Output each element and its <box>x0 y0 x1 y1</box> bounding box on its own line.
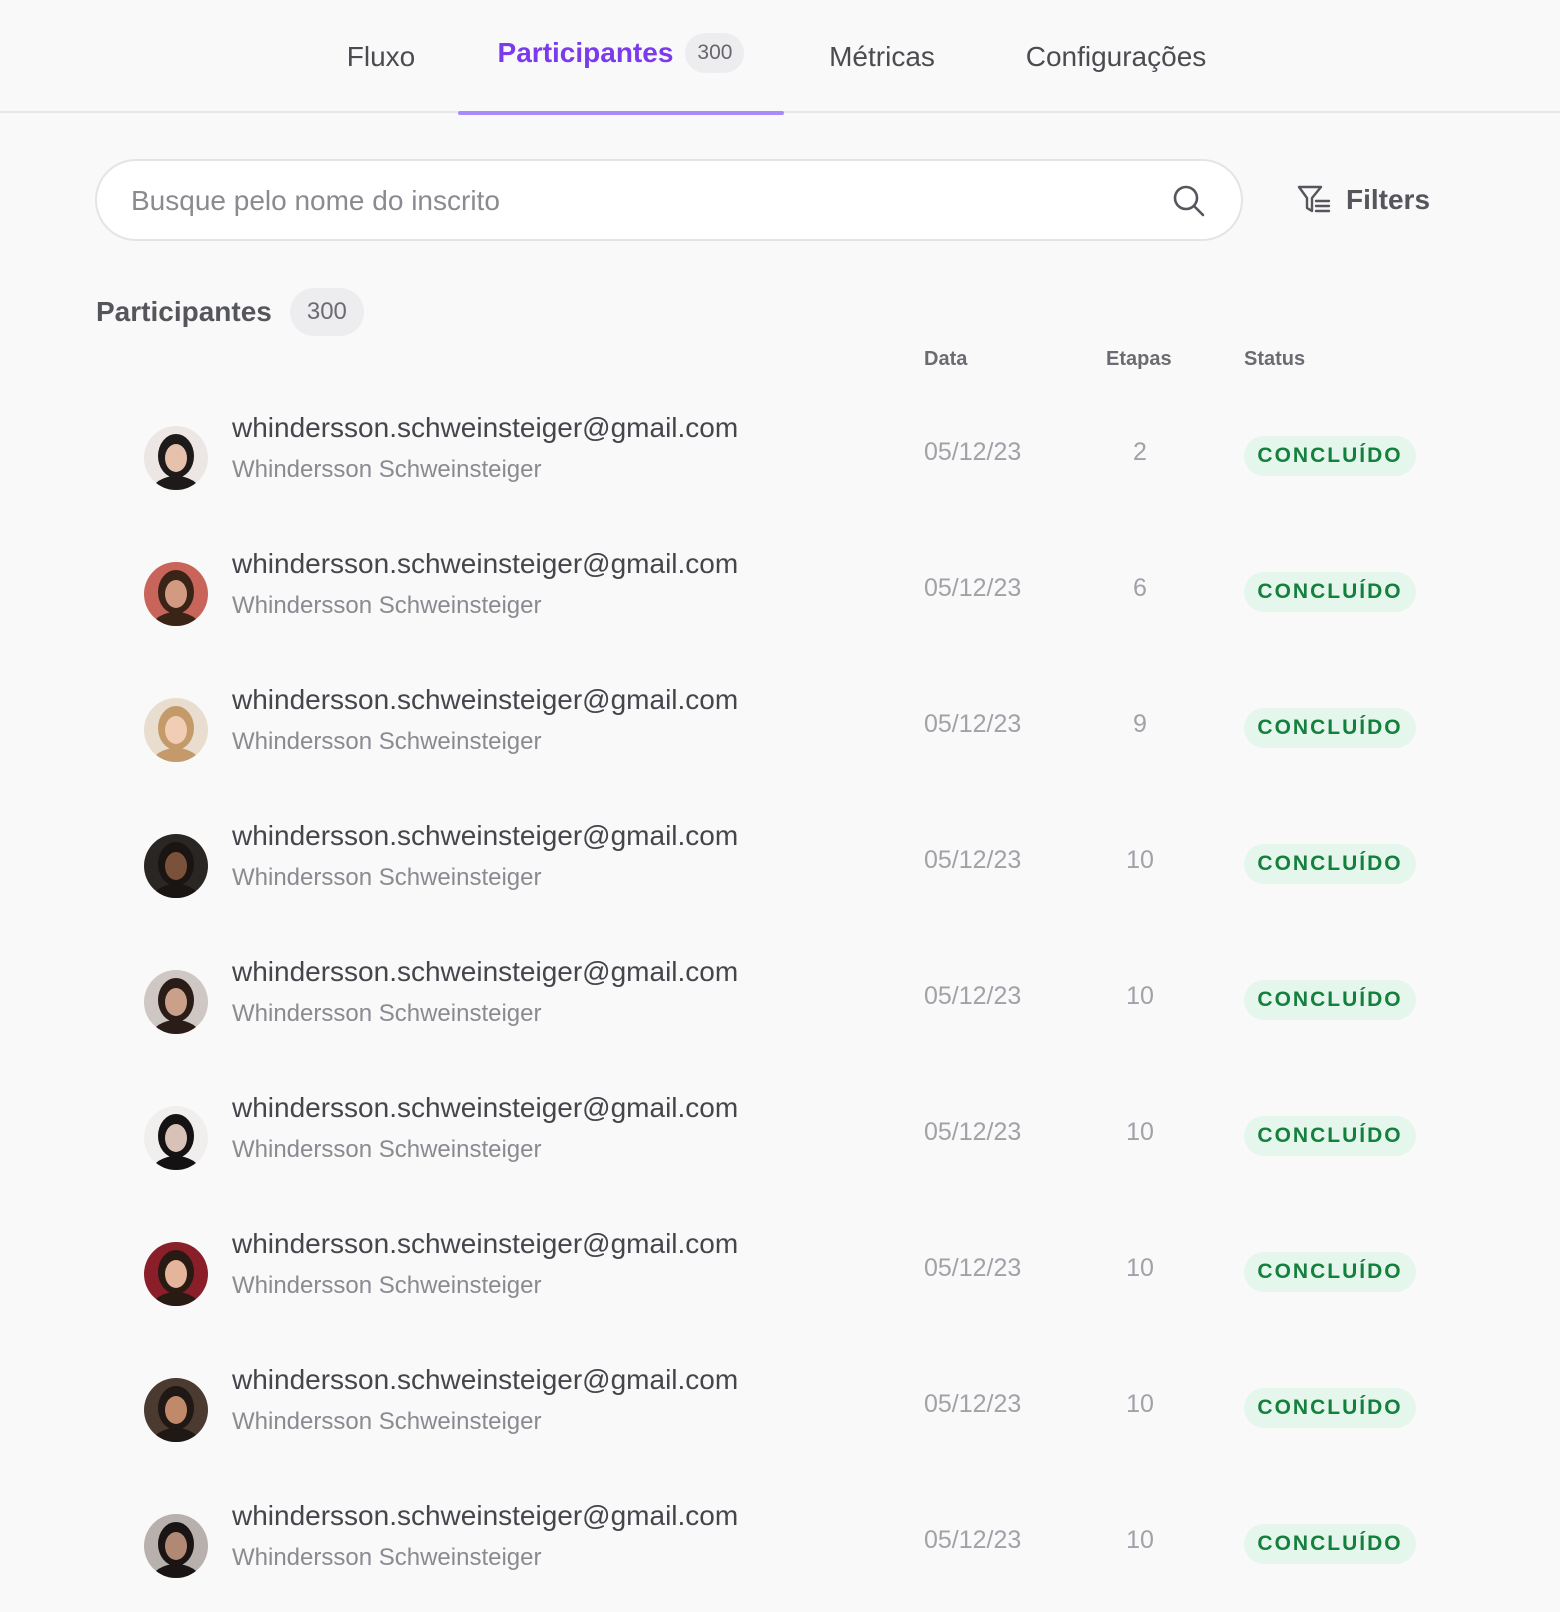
status-badge: CONCLUÍDO <box>1244 980 1416 1020</box>
avatar <box>144 426 208 490</box>
participant-name: Whindersson Schweinsteiger <box>232 728 542 755</box>
status-badge: CONCLUÍDO <box>1244 1252 1416 1292</box>
participant-name: Whindersson Schweinsteiger <box>232 1272 542 1299</box>
participant-name: Whindersson Schweinsteiger <box>232 1544 542 1571</box>
search-box <box>95 159 1243 241</box>
participant-date: 05/12/23 <box>924 710 1022 738</box>
participant-name: Whindersson Schweinsteiger <box>232 1408 542 1435</box>
participant-email: whindersson.schweinsteiger@gmail.com <box>232 684 739 715</box>
tab-configuracoes[interactable]: Configurações <box>1000 0 1232 113</box>
participant-email: whindersson.schweinsteiger@gmail.com <box>232 1364 739 1395</box>
column-header-steps[interactable]: Etapas <box>1106 348 1172 371</box>
avatar <box>144 698 208 762</box>
search-input[interactable] <box>129 161 1153 241</box>
tab-participantes[interactable]: Participantes 300 <box>458 0 784 115</box>
status-badge: CONCLUÍDO <box>1244 1524 1416 1564</box>
column-header-status[interactable]: Status <box>1244 348 1305 371</box>
participant-name: Whindersson Schweinsteiger <box>232 864 542 891</box>
participant-date: 05/12/23 <box>924 574 1022 602</box>
participant-steps: 6 <box>1133 574 1147 602</box>
participant-email: whindersson.schweinsteiger@gmail.com <box>232 1228 739 1259</box>
participant-email: whindersson.schweinsteiger@gmail.com <box>232 820 739 851</box>
participant-steps: 10 <box>1126 1118 1154 1146</box>
status-badge: CONCLUÍDO <box>1244 1388 1416 1428</box>
status-badge: CONCLUÍDO <box>1244 1116 1416 1156</box>
participant-email: whindersson.schweinsteiger@gmail.com <box>232 412 739 443</box>
avatar <box>144 562 208 626</box>
table-row[interactable]: whindersson.schweinsteiger@gmail.com Whin… <box>120 1204 1440 1340</box>
avatar-image <box>144 1106 208 1170</box>
section-header: Participantes 300 <box>96 288 364 336</box>
participant-steps: 2 <box>1133 438 1147 466</box>
avatar <box>144 1242 208 1306</box>
avatar-image <box>144 834 208 898</box>
participant-name: Whindersson Schweinsteiger <box>232 592 542 619</box>
status-badge: CONCLUÍDO <box>1244 436 1416 476</box>
participant-date: 05/12/23 <box>924 846 1022 874</box>
avatar-image <box>144 1514 208 1578</box>
avatar-image <box>144 698 208 762</box>
participant-name: Whindersson Schweinsteiger <box>232 1000 542 1027</box>
avatar <box>144 970 208 1034</box>
participant-date: 05/12/23 <box>924 1118 1022 1146</box>
avatar <box>144 1514 208 1578</box>
participant-steps: 10 <box>1126 846 1154 874</box>
avatar-image <box>144 970 208 1034</box>
column-header-date[interactable]: Data <box>924 348 967 371</box>
table-row[interactable]: whindersson.schweinsteiger@gmail.com Whin… <box>120 1340 1440 1476</box>
tab-label: Métricas <box>829 40 935 72</box>
participant-name: Whindersson Schweinsteiger <box>232 1136 542 1163</box>
avatar <box>144 1106 208 1170</box>
avatar-image <box>144 562 208 626</box>
table-row[interactable]: whindersson.schweinsteiger@gmail.com Whin… <box>120 388 1440 524</box>
participant-steps: 9 <box>1133 710 1147 738</box>
table-row[interactable]: whindersson.schweinsteiger@gmail.com Whin… <box>120 660 1440 796</box>
participant-date: 05/12/23 <box>924 438 1022 466</box>
status-badge: CONCLUÍDO <box>1244 844 1416 884</box>
participant-steps: 10 <box>1126 1526 1154 1554</box>
section-title: Participantes <box>96 296 272 327</box>
participant-date: 05/12/23 <box>924 1254 1022 1282</box>
tab-label: Participantes <box>497 36 674 68</box>
participant-steps: 10 <box>1126 982 1154 1010</box>
avatar-image <box>144 1242 208 1306</box>
participant-email: whindersson.schweinsteiger@gmail.com <box>232 548 739 579</box>
tab-metricas[interactable]: Métricas <box>804 0 960 113</box>
participant-date: 05/12/23 <box>924 982 1022 1010</box>
tab-count-badge: 300 <box>685 32 745 73</box>
participant-email: whindersson.schweinsteiger@gmail.com <box>232 956 739 987</box>
avatar <box>144 834 208 898</box>
table-row[interactable]: whindersson.schweinsteiger@gmail.com Whin… <box>120 796 1440 932</box>
participant-date: 05/12/23 <box>924 1526 1022 1554</box>
tab-label: Configurações <box>1025 40 1207 72</box>
participant-email: whindersson.schweinsteiger@gmail.com <box>232 1092 739 1123</box>
table-row[interactable]: whindersson.schweinsteiger@gmail.com Whin… <box>120 1068 1440 1204</box>
participant-name: Whindersson Schweinsteiger <box>232 456 542 483</box>
avatar-image <box>144 426 208 490</box>
tab-bar: Fluxo Participantes 300 Métricas Configu… <box>0 0 1560 115</box>
table-row[interactable]: whindersson.schweinsteiger@gmail.com Whin… <box>120 932 1440 1068</box>
table-row[interactable]: whindersson.schweinsteiger@gmail.com Whin… <box>120 1476 1440 1612</box>
avatar <box>144 1378 208 1442</box>
status-badge: CONCLUÍDO <box>1244 572 1416 612</box>
tab-fluxo[interactable]: Fluxo <box>322 0 440 113</box>
tab-label: Fluxo <box>346 40 416 72</box>
participant-steps: 10 <box>1126 1390 1154 1418</box>
participant-count-badge: 300 <box>289 288 364 336</box>
avatar-image <box>144 1378 208 1442</box>
participant-steps: 10 <box>1126 1254 1154 1282</box>
table-row[interactable]: whindersson.schweinsteiger@gmail.com Whin… <box>120 524 1440 660</box>
filters-label: Filters <box>1346 184 1431 215</box>
status-badge: CONCLUÍDO <box>1244 708 1416 748</box>
participant-email: whindersson.schweinsteiger@gmail.com <box>232 1500 739 1531</box>
filters-button[interactable]: Filters <box>1296 178 1430 222</box>
participant-date: 05/12/23 <box>924 1390 1022 1418</box>
search-icon[interactable] <box>1171 183 1207 219</box>
filter-icon <box>1297 185 1331 213</box>
